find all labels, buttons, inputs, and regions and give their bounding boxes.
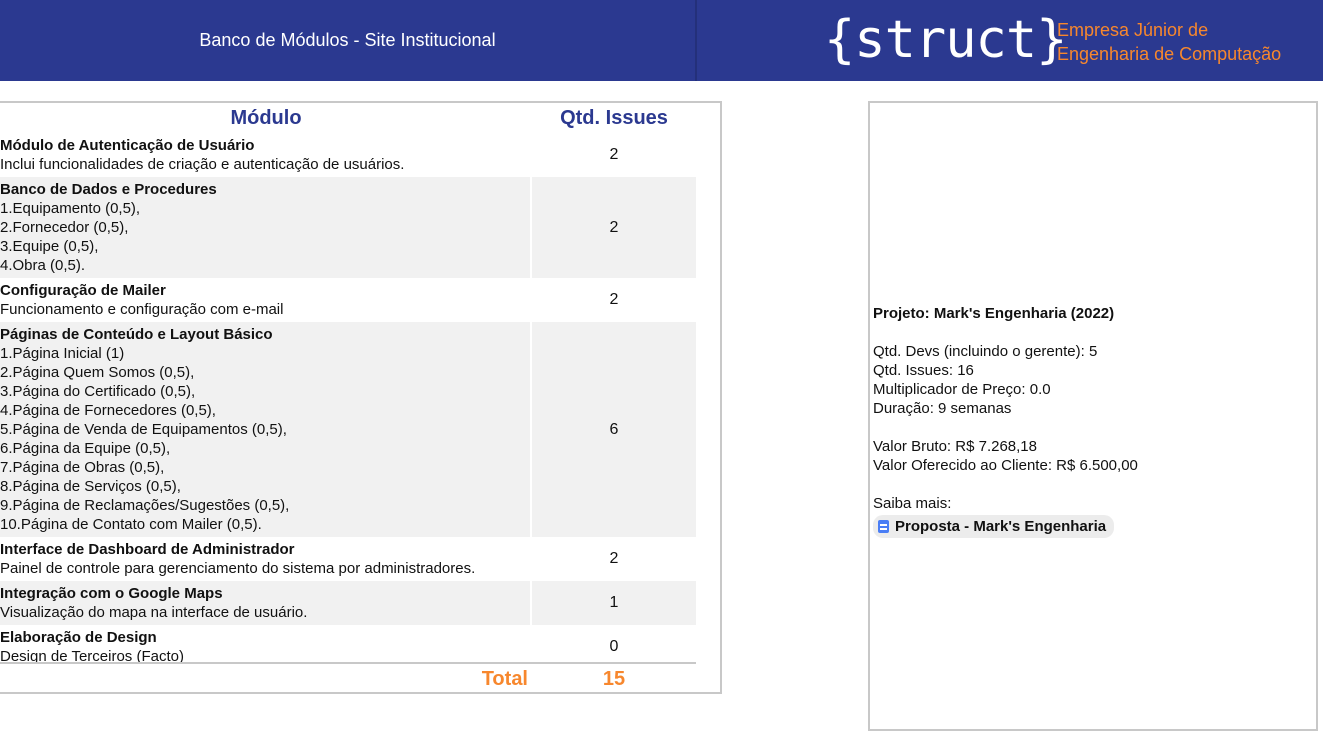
module-description-line: 7.Página de Obras (0,5), — [0, 459, 165, 476]
table-row: Interface de Dashboard de Administrador P… — [0, 537, 696, 581]
logo-subtitle-line1: Empresa Júnior de — [1057, 20, 1209, 40]
issues-cell[interactable]: 2 — [532, 537, 696, 581]
table-row: Configuração de Mailer Funcionamento e co… — [0, 278, 696, 322]
total-row: Total 15 — [0, 662, 696, 694]
module-name: Configuração de Mailer — [0, 282, 166, 299]
logo-subtitle: Empresa Júnior de Engenharia de Computaç… — [1057, 18, 1281, 66]
module-cell[interactable]: Integração com o Google Maps Visualização… — [0, 581, 532, 625]
module-description-line: 5.Página de Venda de Equipamentos (0,5), — [0, 421, 287, 438]
proposal-doc-link-label: Proposta - Mark's Engenharia — [895, 518, 1107, 535]
module-name: Páginas de Conteúdo e Layout Básico — [0, 326, 273, 343]
issues-cell[interactable]: 2 — [532, 278, 696, 322]
issues-cell[interactable]: 2 — [532, 133, 696, 177]
module-cell[interactable]: Interface de Dashboard de Administrador P… — [0, 537, 532, 581]
module-description-line: Visualização do mapa na interface de usu… — [0, 604, 308, 621]
table-row: Páginas de Conteúdo e Layout Básico 1.Pág… — [0, 322, 696, 537]
total-label[interactable]: Total — [0, 668, 528, 691]
issues-cell[interactable]: 6 — [532, 322, 696, 537]
table-row: Banco de Dados e Procedures 1.Equipamento… — [0, 177, 696, 278]
module-cell[interactable]: Módulo de Autenticação de Usuário Inclui … — [0, 133, 532, 177]
column-header-module[interactable]: Módulo — [0, 107, 532, 130]
module-description-line: 6.Página da Equipe (0,5), — [0, 440, 171, 457]
modules-table-header: Módulo Qtd. Issues — [0, 103, 696, 133]
module-description-line: 2.Fornecedor (0,5), — [0, 219, 129, 236]
column-header-issues[interactable]: Qtd. Issues — [532, 107, 696, 130]
module-description-line: 8.Página de Serviços (0,5), — [0, 478, 181, 495]
module-cell[interactable]: Páginas de Conteúdo e Layout Básico 1.Pág… — [0, 322, 532, 537]
header-bar: Banco de Módulos - Site Institucional {s… — [0, 0, 1323, 81]
project-summary: Projeto: Mark's Engenharia (2022) Qtd. D… — [873, 304, 1303, 538]
project-multiplier[interactable]: Multiplicador de Preço: 0.0 — [873, 380, 1303, 399]
module-name: Elaboração de Design — [0, 629, 157, 646]
page-title: Banco de Módulos - Site Institucional — [199, 30, 496, 50]
module-description-line: 3.Equipe (0,5), — [0, 238, 99, 255]
total-value[interactable]: 15 — [532, 668, 696, 691]
project-issues[interactable]: Qtd. Issues: 16 — [873, 361, 1303, 380]
module-description-line: 9.Página de Reclamações/Sugestões (0,5), — [0, 497, 290, 514]
module-name: Módulo de Autenticação de Usuário — [0, 137, 255, 154]
issues-cell[interactable]: 1 — [532, 581, 696, 625]
module-name: Banco de Dados e Procedures — [0, 181, 217, 198]
issues-cell[interactable]: 2 — [532, 177, 696, 278]
module-cell[interactable]: Configuração de Mailer Funcionamento e co… — [0, 278, 532, 322]
header-divider — [695, 0, 697, 81]
more-info-label: Saiba mais: — [873, 495, 952, 512]
table-row: Integração com o Google Maps Visualização… — [0, 581, 696, 625]
project-devs[interactable]: Qtd. Devs (incluindo o gerente): 5 — [873, 342, 1303, 361]
proposal-doc-link[interactable]: Proposta - Mark's Engenharia — [873, 515, 1115, 538]
module-description-line: 2.Página Quem Somos (0,5), — [0, 364, 195, 381]
project-duration[interactable]: Duração: 9 semanas — [873, 399, 1303, 418]
google-docs-icon — [878, 520, 889, 533]
modules-table-body: Módulo de Autenticação de Usuário Inclui … — [0, 133, 696, 669]
module-description-line: 1.Equipamento (0,5), — [0, 200, 141, 217]
module-description-line: 3.Página do Certificado (0,5), — [0, 383, 196, 400]
table-row: Módulo de Autenticação de Usuário Inclui … — [0, 133, 696, 177]
project-title[interactable]: Projeto: Mark's Engenharia (2022) — [873, 304, 1303, 323]
module-description-line: 10.Página de Contato com Mailer (0,5). — [0, 516, 262, 533]
module-description-line: 4.Página de Fornecedores (0,5), — [0, 402, 216, 419]
logo-subtitle-line2: Engenharia de Computação — [1057, 44, 1282, 64]
module-description-line: Inclui funcionalidades de criação e aute… — [0, 156, 405, 173]
module-description-line: 1.Página Inicial (1) — [0, 345, 125, 362]
module-name: Integração com o Google Maps — [0, 585, 223, 602]
module-description-line: Funcionamento e configuração com e-mail — [0, 301, 284, 318]
module-description-line: Painel de controle para gerenciamento do… — [0, 560, 476, 577]
project-offered-value[interactable]: Valor Oferecido ao Cliente: R$ 6.500,00 — [873, 456, 1303, 475]
module-name: Interface de Dashboard de Administrador — [0, 541, 295, 558]
project-gross-value[interactable]: Valor Bruto: R$ 7.268,18 — [873, 437, 1303, 456]
module-cell[interactable]: Banco de Dados e Procedures 1.Equipamento… — [0, 177, 532, 278]
module-description-line: 4.Obra (0,5). — [0, 257, 86, 274]
struct-logo: {struct} — [824, 10, 1067, 70]
